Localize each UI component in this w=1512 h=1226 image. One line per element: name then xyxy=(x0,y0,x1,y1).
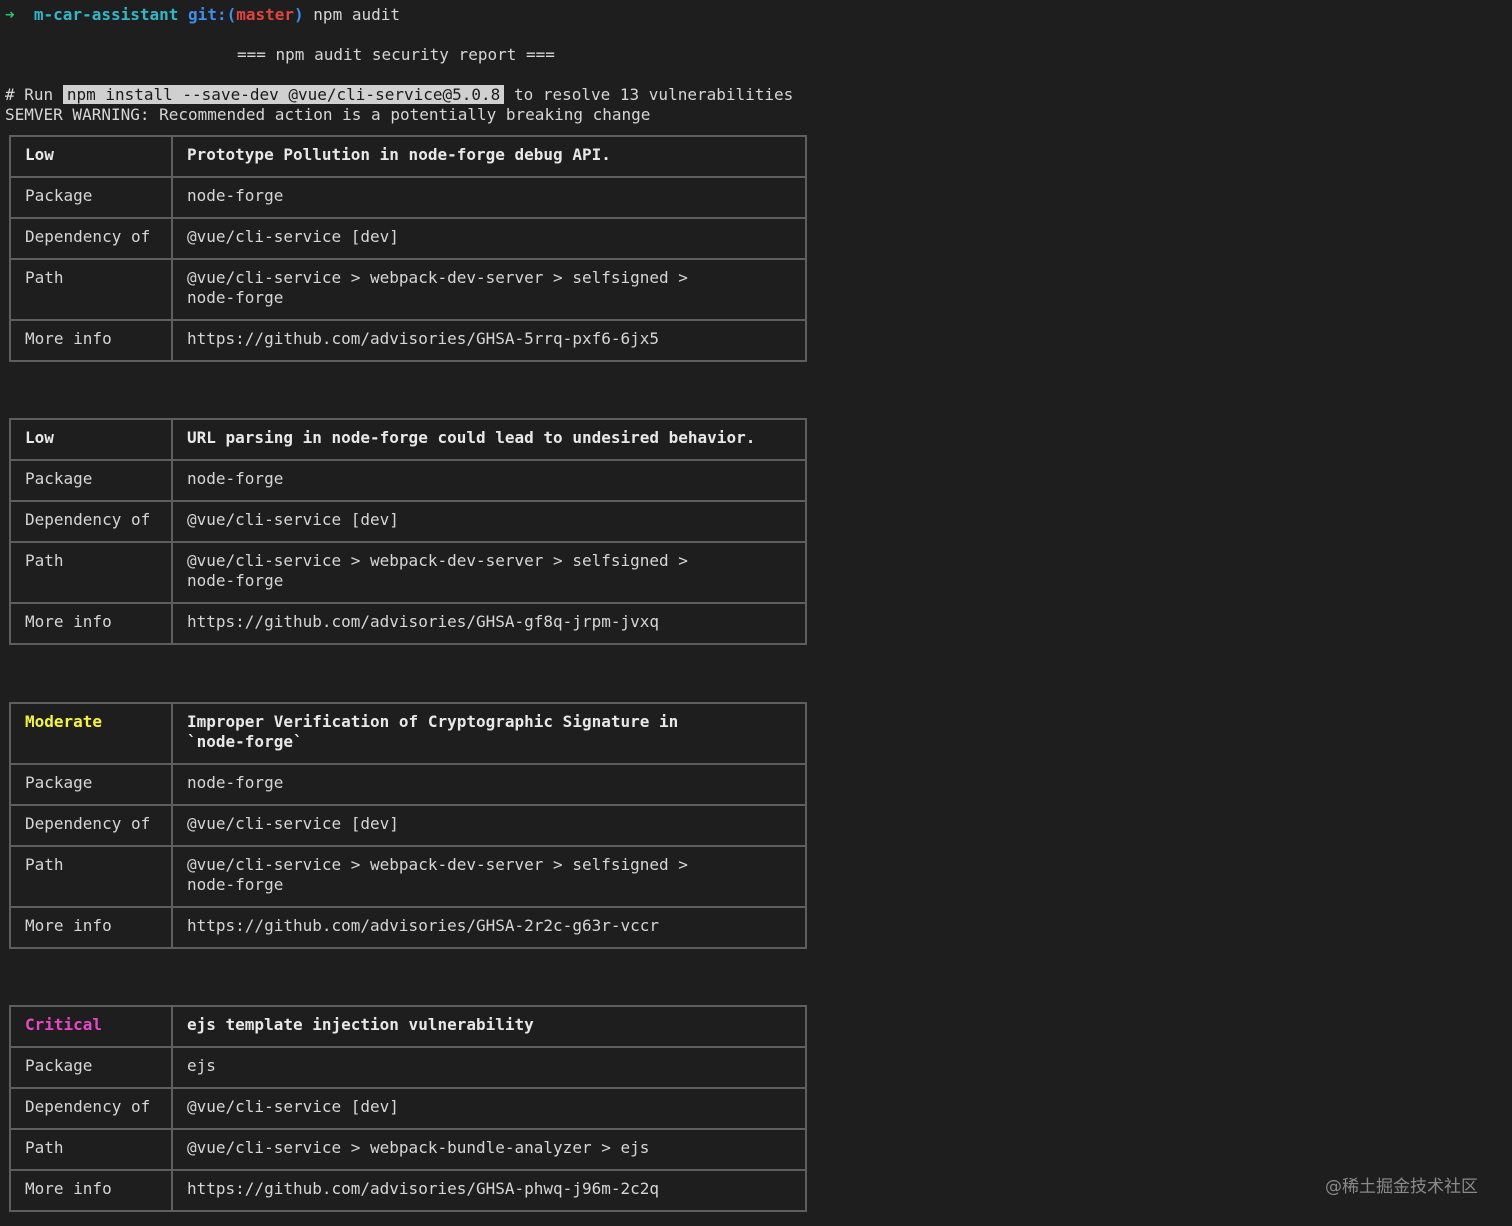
advisory-title: Improper Verification of Cryptographic S… xyxy=(187,712,679,751)
row-label: Package xyxy=(11,765,173,804)
table-row-dependency: Dependency of @vue/cli-service [dev] xyxy=(11,502,805,543)
prompt-arrow-icon: ➜ xyxy=(5,5,15,24)
package-value: node-forge xyxy=(187,469,284,488)
row-label: Dependency of xyxy=(11,806,173,845)
path-value: @vue/cli-service > webpack-bundle-analyz… xyxy=(187,1138,650,1157)
advisory-title: ejs template injection vulnerability xyxy=(187,1015,534,1034)
table-row-package: Package node-forge xyxy=(11,765,805,806)
package-value: node-forge xyxy=(187,186,284,205)
run-line: # Run npm install --save-dev @vue/cli-se… xyxy=(5,85,793,105)
table-row-severity: Critical ejs template injection vulnerab… xyxy=(11,1007,805,1048)
dependency-value: @vue/cli-service [dev] xyxy=(187,1097,399,1116)
advisory-table: Low URL parsing in node-forge could lead… xyxy=(9,418,807,645)
advisory-title: URL parsing in node-forge could lead to … xyxy=(187,428,756,447)
severity-label: Moderate xyxy=(11,704,173,763)
table-row-path: Path @vue/cli-service > webpack-bundle-a… xyxy=(11,1130,805,1171)
git-suffix: ) xyxy=(294,5,304,24)
row-label: More info xyxy=(11,1171,173,1210)
package-value: node-forge xyxy=(187,773,284,792)
advisory-link[interactable]: https://github.com/advisories/GHSA-phwq-… xyxy=(173,1171,805,1210)
git-prefix: git:( xyxy=(188,5,237,24)
table-row-package: Package ejs xyxy=(11,1048,805,1089)
table-row-dependency: Dependency of @vue/cli-service [dev] xyxy=(11,219,805,260)
advisory-title: Prototype Pollution in node-forge debug … xyxy=(187,145,611,164)
git-branch: master xyxy=(236,5,295,24)
table-row-path: Path @vue/cli-service > webpack-dev-serv… xyxy=(11,847,805,908)
run-prefix: # Run xyxy=(5,85,54,104)
severity-label: Low xyxy=(11,137,173,176)
table-row-more-info: More info https://github.com/advisories/… xyxy=(11,321,805,362)
dependency-value: @vue/cli-service [dev] xyxy=(187,227,399,246)
advisory-link[interactable]: https://github.com/advisories/GHSA-gf8q-… xyxy=(173,604,805,643)
table-row-severity: Moderate Improper Verification of Crypto… xyxy=(11,704,805,765)
suggested-command[interactable]: npm install --save-dev @vue/cli-service@… xyxy=(62,85,505,104)
table-row-more-info: More info https://github.com/advisories/… xyxy=(11,908,805,949)
path-value: @vue/cli-service > webpack-dev-server > … xyxy=(187,268,688,307)
dependency-value: @vue/cli-service [dev] xyxy=(187,510,399,529)
advisory-link[interactable]: https://github.com/advisories/GHSA-2r2c-… xyxy=(173,908,805,947)
advisory-table: Critical ejs template injection vulnerab… xyxy=(9,1005,807,1212)
row-label: Package xyxy=(11,461,173,500)
table-row-dependency: Dependency of @vue/cli-service [dev] xyxy=(11,806,805,847)
watermark: @稀土掘金技术社区 xyxy=(1325,1177,1478,1197)
severity-label: Critical xyxy=(11,1007,173,1046)
entered-command: npm audit xyxy=(313,5,400,24)
table-row-package: Package node-forge xyxy=(11,461,805,502)
current-directory: m-car-assistant xyxy=(33,5,179,24)
shell-prompt-line: ➜ m-car-assistant git:(master) npm audit xyxy=(5,5,400,25)
table-row-more-info: More info https://github.com/advisories/… xyxy=(11,604,805,645)
row-label: Path xyxy=(11,543,173,602)
row-label: Dependency of xyxy=(11,1089,173,1128)
semver-warning: SEMVER WARNING: Recommended action is a … xyxy=(5,105,651,124)
terminal-window[interactable]: ➜ m-car-assistant git:(master) npm audit… xyxy=(0,0,1512,1226)
severity-label: Low xyxy=(11,420,173,459)
path-value: @vue/cli-service > webpack-dev-server > … xyxy=(187,551,688,590)
advisory-table: Low Prototype Pollution in node-forge de… xyxy=(9,135,807,362)
path-value: @vue/cli-service > webpack-dev-server > … xyxy=(187,855,688,894)
table-row-dependency: Dependency of @vue/cli-service [dev] xyxy=(11,1089,805,1130)
table-row-severity: Low Prototype Pollution in node-forge de… xyxy=(11,137,805,178)
row-label: Path xyxy=(11,260,173,319)
row-label: Package xyxy=(11,178,173,217)
advisory-table: Moderate Improper Verification of Crypto… xyxy=(9,702,807,949)
table-row-more-info: More info https://github.com/advisories/… xyxy=(11,1171,805,1212)
row-label: More info xyxy=(11,604,173,643)
row-label: Path xyxy=(11,847,173,906)
run-suffix: to resolve 13 vulnerabilities xyxy=(513,85,794,104)
table-row-path: Path @vue/cli-service > webpack-dev-serv… xyxy=(11,543,805,604)
table-row-path: Path @vue/cli-service > webpack-dev-serv… xyxy=(11,260,805,321)
row-label: More info xyxy=(11,908,173,947)
report-title: === npm audit security report === xyxy=(237,45,555,64)
row-label: More info xyxy=(11,321,173,360)
row-label: Package xyxy=(11,1048,173,1087)
package-value: ejs xyxy=(187,1056,216,1075)
advisory-link[interactable]: https://github.com/advisories/GHSA-5rrq-… xyxy=(173,321,805,360)
table-row-package: Package node-forge xyxy=(11,178,805,219)
row-label: Dependency of xyxy=(11,219,173,258)
row-label: Dependency of xyxy=(11,502,173,541)
row-label: Path xyxy=(11,1130,173,1169)
dependency-value: @vue/cli-service [dev] xyxy=(187,814,399,833)
table-row-severity: Low URL parsing in node-forge could lead… xyxy=(11,420,805,461)
